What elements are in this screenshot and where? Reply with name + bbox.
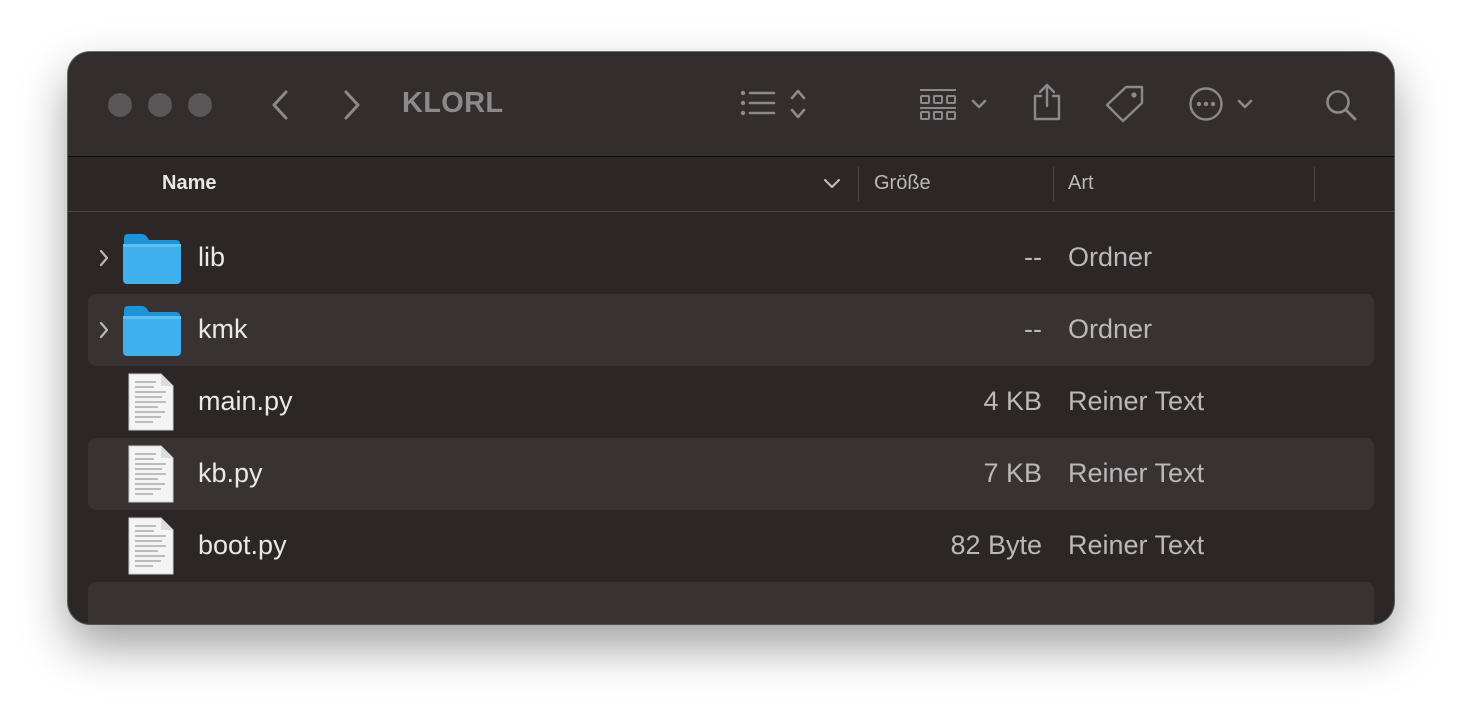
more-actions-icon[interactable] [1188,86,1258,122]
column-header-kind[interactable]: Art [1068,172,1094,195]
folder-icon [123,306,181,356]
list-item[interactable]: kmk -- Ordner [88,294,1374,366]
column-divider[interactable] [858,167,859,201]
column-divider[interactable] [1053,167,1054,201]
column-divider[interactable] [1314,167,1315,201]
file-kind: Ordner [1068,242,1153,272]
back-chevron-icon[interactable] [266,88,296,122]
finder-window: KLORL Name Größe Art lib -- Ordner kmk -… [68,52,1394,624]
column-header-bar: Name Größe Art [68,157,1394,212]
file-size: 4 KB [983,386,1042,416]
file-list: lib -- Ordner kmk -- Ordner main.py 4 KB… [88,222,1374,582]
file-size: -- [1024,242,1042,272]
list-item[interactable]: boot.py 82 Byte Reiner Text [88,510,1374,582]
empty-list-row [88,582,1374,624]
file-kind: Ordner [1068,314,1153,344]
group-grid-icon[interactable] [920,88,992,122]
text-document-icon [128,445,174,503]
file-kind: Reiner Text [1068,458,1205,488]
file-name: kmk [198,314,248,344]
search-icon[interactable] [1324,88,1358,122]
forward-chevron-icon[interactable] [336,88,366,122]
zoom-window-button[interactable] [188,93,212,117]
file-name: main.py [198,386,293,416]
file-name: kb.py [198,458,263,488]
close-window-button[interactable] [108,93,132,117]
disclosure-triangle-icon[interactable] [98,320,110,340]
list-item[interactable]: kb.py 7 KB Reiner Text [88,438,1374,510]
file-kind: Reiner Text [1068,530,1205,560]
list-view-icon[interactable] [740,88,812,122]
share-icon[interactable] [1030,82,1064,122]
file-kind: Reiner Text [1068,386,1205,416]
toolbar: KLORL [68,52,1394,157]
file-name: lib [198,242,226,272]
tag-icon[interactable] [1104,84,1146,124]
file-size: 7 KB [983,458,1042,488]
minimize-window-button[interactable] [148,93,172,117]
column-header-name[interactable]: Name [162,172,216,195]
column-header-size[interactable]: Größe [874,172,931,195]
file-size: 82 Byte [950,530,1042,560]
disclosure-triangle-icon[interactable] [98,248,110,268]
text-document-icon [128,373,174,431]
file-name: boot.py [198,530,287,560]
list-item[interactable]: lib -- Ordner [88,222,1374,294]
window-title: KLORL [402,87,504,119]
list-item[interactable]: main.py 4 KB Reiner Text [88,366,1374,438]
text-document-icon [128,517,174,575]
sort-descending-chevron-icon[interactable] [822,177,842,191]
folder-icon [123,234,181,284]
file-size: -- [1024,314,1042,344]
